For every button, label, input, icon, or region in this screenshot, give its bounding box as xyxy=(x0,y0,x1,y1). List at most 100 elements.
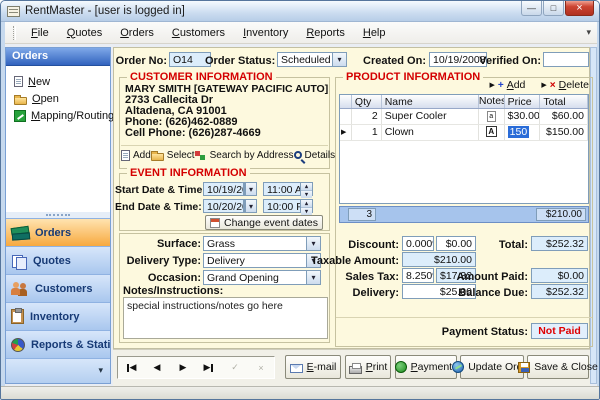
customer-select-button[interactable]: Select xyxy=(151,149,195,161)
nav-cancel-button[interactable]: × xyxy=(251,363,271,373)
taxable-amount-field[interactable]: $210.00 xyxy=(402,252,476,267)
maximize-button[interactable]: □ xyxy=(543,1,564,16)
total-field[interactable]: $252.32 xyxy=(531,236,588,251)
product-row-2[interactable]: ▶ 1 Clown A 150 $150.00 xyxy=(340,125,588,141)
surface-value: Grass xyxy=(204,237,306,250)
spin-down-icon[interactable]: ▾ xyxy=(301,191,312,198)
menu-overflow-icon[interactable]: ▾ xyxy=(586,27,591,38)
customer-search-label: Search by Address xyxy=(210,150,294,161)
end-time-field[interactable]: 10:00 PM xyxy=(263,199,301,213)
spin-down-icon[interactable]: ▾ xyxy=(301,208,312,215)
notes-instructions-textarea[interactable]: special instructions/notes go here xyxy=(123,297,328,339)
verified-on-field[interactable] xyxy=(543,52,589,67)
occasion-combo[interactable]: Grand Opening ▾ xyxy=(203,270,321,285)
menu-reports[interactable]: Reports xyxy=(297,24,354,42)
nav-reports-label: Reports & Stati... xyxy=(31,339,110,351)
balance-due-label: Balance Due: xyxy=(444,287,528,299)
product-add-button[interactable]: ▶ + Add xyxy=(489,79,525,91)
payment-status-value: Not Paid xyxy=(531,323,588,339)
nav-prev-button[interactable]: ◀ xyxy=(147,362,167,373)
header-total[interactable]: Total xyxy=(540,95,588,108)
amount-paid-label: Amount Paid: xyxy=(444,271,528,283)
note-document-icon: a xyxy=(487,111,496,122)
spin-up-icon[interactable]: ▴ xyxy=(301,200,312,208)
total-cell[interactable]: $150.00 xyxy=(540,125,588,140)
end-time-spinner[interactable]: ▴▾ xyxy=(301,199,313,213)
header-qty[interactable]: Qty xyxy=(352,95,382,108)
spin-up-icon[interactable]: ▴ xyxy=(301,183,312,191)
sidebar-configure-buttons[interactable]: ▾ xyxy=(6,358,110,383)
product-delete-button[interactable]: ▶ × Delete xyxy=(541,79,589,91)
menu-orders[interactable]: Orders xyxy=(111,24,163,42)
delivery-type-value: Delivery xyxy=(204,254,306,267)
product-row-1[interactable]: 2 Super Cooler a $30.00 $60.00 xyxy=(340,109,588,125)
end-date-field[interactable]: 10/20/2008 xyxy=(203,199,244,213)
payments-button[interactable]: Payments xyxy=(395,355,457,379)
current-row-marker-icon[interactable]: ▶ xyxy=(340,125,352,140)
customer-search-address-button[interactable]: Search by Address xyxy=(195,150,294,161)
customer-details-button[interactable]: Details xyxy=(294,150,336,161)
notes-cell[interactable]: a xyxy=(479,109,505,124)
end-date-dropdown-icon[interactable]: ▾ xyxy=(245,200,256,212)
qty-cell[interactable]: 2 xyxy=(352,109,382,124)
delivery-type-combo[interactable]: Delivery ▾ xyxy=(203,253,321,268)
printer-icon xyxy=(349,366,362,374)
name-cell[interactable]: Clown xyxy=(382,125,479,140)
nav-first-button[interactable]: ◀ xyxy=(121,362,141,373)
total-cell[interactable]: $60.00 xyxy=(540,109,588,124)
product-grid: Qty Name Notes Price Total 2 Super Coole… xyxy=(339,94,589,204)
menu-help[interactable]: Help xyxy=(354,24,395,42)
menu-file[interactable]: File xyxy=(22,24,58,42)
sales-tax-pct-field[interactable]: 8.250% xyxy=(402,268,434,283)
nav-button-orders[interactable]: Orders xyxy=(6,218,110,246)
menu-customers[interactable]: Customers xyxy=(163,24,234,42)
discount-pct-field[interactable]: 0.000% xyxy=(402,236,434,251)
header-notes[interactable]: Notes xyxy=(479,95,505,108)
customer-add-button[interactable]: Add xyxy=(121,150,151,161)
selected-text[interactable]: 150 xyxy=(508,126,530,138)
start-time-field[interactable]: 11:00 AM xyxy=(263,182,301,196)
amount-paid-field[interactable]: $0.00 xyxy=(531,268,588,283)
sidebar-item-mapping[interactable]: Mapping/Routing xyxy=(14,108,114,123)
start-date-dropdown-icon[interactable]: ▾ xyxy=(245,183,256,195)
nav-accept-button[interactable]: ✓ xyxy=(225,362,245,373)
price-cell[interactable]: $30.00 xyxy=(505,109,541,124)
start-time-spinner[interactable]: ▴▾ xyxy=(301,182,313,196)
menu-inventory[interactable]: Inventory xyxy=(234,24,297,42)
print-button[interactable]: Print xyxy=(345,355,391,379)
nav-button-customers[interactable]: Customers xyxy=(6,274,110,302)
menu-quotes[interactable]: Quotes xyxy=(58,24,111,42)
nav-button-inventory[interactable]: Inventory xyxy=(6,302,110,330)
dropdown-arrow-icon[interactable]: ▾ xyxy=(306,237,320,250)
header-name[interactable]: Name xyxy=(382,95,479,108)
close-button[interactable]: × xyxy=(565,1,594,16)
sidebar-item-new[interactable]: New xyxy=(14,74,50,89)
surface-combo[interactable]: Grass ▾ xyxy=(203,236,321,251)
header-price[interactable]: Price xyxy=(505,95,541,108)
change-event-dates-button[interactable]: Change event dates xyxy=(205,215,323,230)
dropdown-arrow-icon[interactable]: ▾ xyxy=(332,53,346,66)
price-cell-editing[interactable]: 150 xyxy=(505,125,541,140)
occasion-value: Grand Opening xyxy=(204,271,306,284)
product-grid-summary-row: 3 $210.00 xyxy=(339,206,589,223)
order-status-combo[interactable]: Scheduled ▾ xyxy=(277,52,347,67)
dropdown-arrow-icon[interactable]: ▾ xyxy=(306,271,320,284)
nav-button-quotes[interactable]: Quotes xyxy=(6,246,110,274)
nav-next-button[interactable]: ▶ xyxy=(173,362,193,373)
save-close-button[interactable]: Save & Close xyxy=(527,355,589,379)
customer-toolbar-divider xyxy=(121,145,328,146)
start-date-field[interactable]: 10/19/2008 xyxy=(203,182,244,196)
nav-button-reports[interactable]: Reports & Stati... xyxy=(6,330,110,358)
row-selector[interactable] xyxy=(340,109,352,124)
update-order-button[interactable]: Update Order xyxy=(460,355,524,379)
search-by-address-icon xyxy=(195,151,200,156)
nav-last-button[interactable]: ▶ xyxy=(199,362,219,373)
minimize-button[interactable]: — xyxy=(521,1,542,16)
balance-due-field[interactable]: $252.32 xyxy=(531,284,588,299)
name-cell[interactable]: Super Cooler xyxy=(382,109,479,124)
customer-info-heading: CUSTOMER INFORMATION xyxy=(127,71,276,83)
qty-cell[interactable]: 1 xyxy=(352,125,382,140)
email-button[interactable]: E-mail xyxy=(285,355,341,379)
sidebar-item-open[interactable]: Open xyxy=(14,91,59,106)
notes-cell[interactable]: A xyxy=(479,125,505,140)
